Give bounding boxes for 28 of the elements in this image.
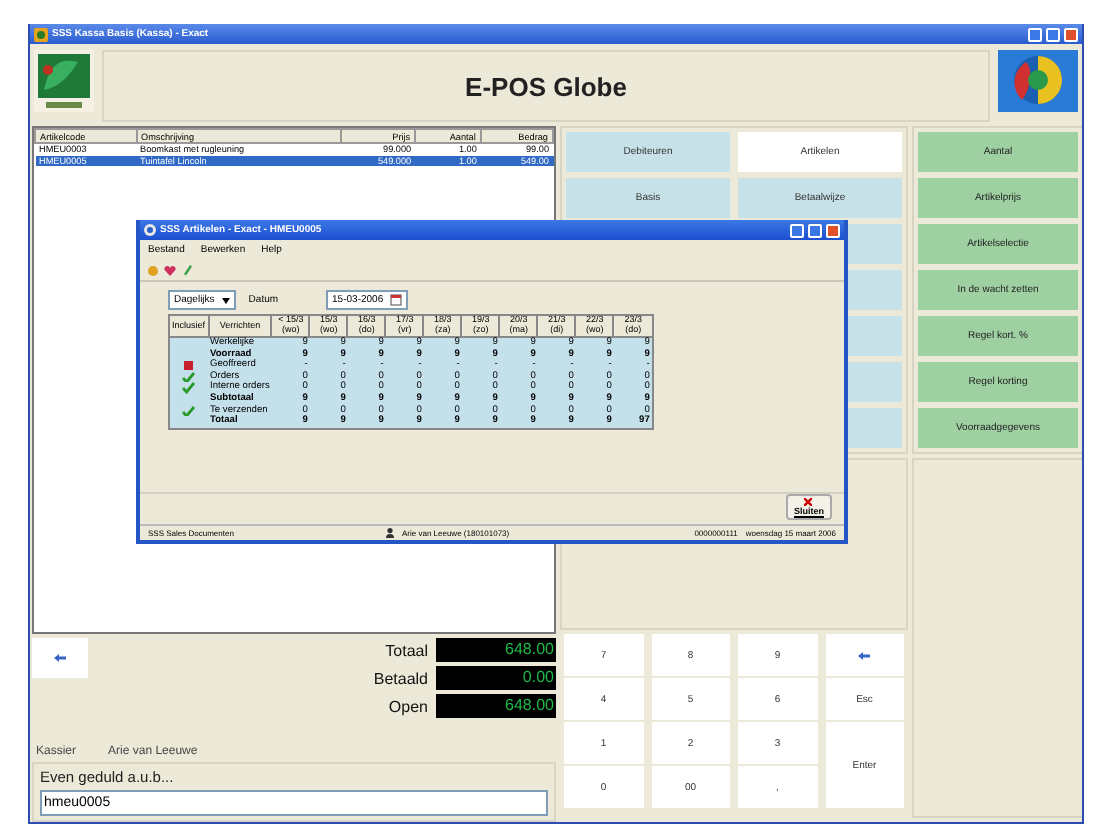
minimize-button[interactable] bbox=[1028, 27, 1042, 41]
total-display: 648.00 bbox=[436, 694, 556, 718]
close-button[interactable] bbox=[826, 223, 840, 237]
maximize-button[interactable] bbox=[808, 223, 822, 237]
stop-icon[interactable] bbox=[182, 360, 196, 372]
window-icon bbox=[144, 224, 156, 236]
app-icon bbox=[34, 27, 48, 41]
total-label: Totaal bbox=[383, 641, 428, 659]
caret-icon bbox=[222, 297, 231, 303]
dot-icon[interactable] bbox=[148, 265, 158, 275]
heart-icon[interactable] bbox=[164, 265, 176, 275]
calendar-icon bbox=[389, 294, 402, 306]
back-arrow-icon bbox=[50, 650, 70, 666]
globe-logo-icon bbox=[998, 50, 1078, 112]
total-display: 0.00 bbox=[436, 666, 556, 690]
close-icon bbox=[804, 498, 813, 506]
leaf-logo-icon bbox=[34, 50, 94, 112]
back-button[interactable] bbox=[32, 638, 88, 678]
header-title: E-POS Globe bbox=[102, 50, 990, 122]
minimize-button[interactable] bbox=[790, 223, 804, 237]
total-label: Open bbox=[386, 697, 428, 715]
back-arrow-icon bbox=[854, 647, 875, 663]
user-icon bbox=[386, 528, 394, 538]
maximize-button[interactable] bbox=[1046, 27, 1060, 41]
pencil-icon[interactable] bbox=[182, 264, 192, 276]
total-display: 648.00 bbox=[436, 638, 556, 662]
total-label: Betaald bbox=[373, 669, 428, 687]
close-button[interactable] bbox=[1064, 27, 1078, 41]
